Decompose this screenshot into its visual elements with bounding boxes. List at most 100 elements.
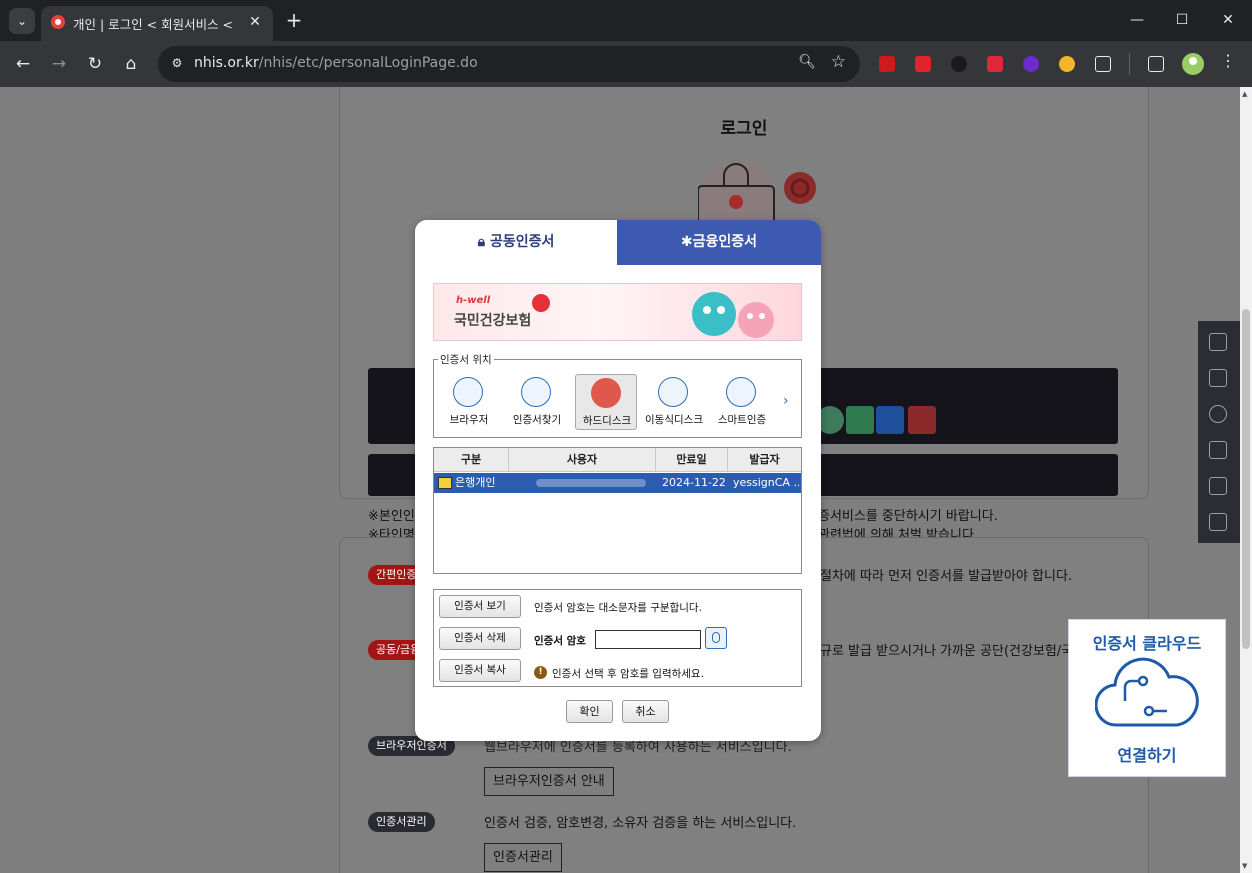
delete-cert-button[interactable]: 인증서 삭제 xyxy=(439,627,521,650)
extension-icon[interactable] xyxy=(879,56,895,72)
cert-cloud-widget[interactable]: 인증서 클라우드 연결하기 xyxy=(1068,619,1226,777)
active-tab[interactable]: 개인 | 로그인 < 회원서비스 < ✕ xyxy=(41,6,273,41)
cert-location-group: 인증서 위치 브라우저 인증서찾기 하드디스크 이동식디스크 스마트인증 › xyxy=(433,352,802,438)
site-favicon-icon xyxy=(51,15,65,29)
copy-cert-button[interactable]: 인증서 복사 xyxy=(439,659,521,682)
banner-name: 국민건강보험 xyxy=(454,313,532,329)
section-desc: 절차에 따라 먼저 인증서를 발급받아야 합니다. xyxy=(820,569,1073,584)
extension-icon[interactable] xyxy=(951,56,967,72)
col-expiry[interactable]: 만료일 xyxy=(656,448,728,471)
monitor-icon xyxy=(591,378,621,408)
new-tab-button[interactable]: + xyxy=(284,8,304,32)
location-smart-cert[interactable]: 스마트인증 xyxy=(711,374,773,430)
view-cert-button[interactable]: 인증서 보기 xyxy=(439,595,521,618)
extension-icon[interactable] xyxy=(1059,56,1075,72)
extensions-puzzle-icon[interactable] xyxy=(1095,56,1111,72)
window-close-icon[interactable]: ✕ xyxy=(1213,8,1243,32)
minimize-icon[interactable]: — xyxy=(1122,8,1152,32)
location-browser[interactable]: 브라우저 xyxy=(438,374,500,430)
cert-type-cell: 은행개인 xyxy=(438,473,509,493)
phone-icon[interactable] xyxy=(1209,405,1227,423)
scroll-up-icon[interactable]: ▲ xyxy=(1242,90,1247,98)
quick-menu xyxy=(1198,321,1240,543)
col-user[interactable]: 사용자 xyxy=(509,448,656,471)
bank-logo-icon[interactable] xyxy=(908,406,936,434)
tab-search-button[interactable]: ⌄ xyxy=(9,8,35,34)
scroll-down-icon[interactable]: ▼ xyxy=(1242,862,1247,870)
browser-cert-guide-button[interactable]: 브라우저인증서 안내 xyxy=(484,767,614,796)
lock-icon[interactable] xyxy=(1209,441,1227,459)
cert-management-button[interactable]: 인증서관리 xyxy=(484,843,562,872)
cloud-title: 인증서 클라우드 xyxy=(1092,634,1202,653)
location-hard-disk[interactable]: 하드디스크 xyxy=(575,374,637,430)
chevron-down-icon: ⌄ xyxy=(16,14,28,28)
bookmark-star-icon[interactable]: ☆ xyxy=(831,52,846,72)
magnifier-icon xyxy=(521,377,551,407)
tab-title: 개인 | 로그인 < 회원서비스 < xyxy=(73,17,234,32)
extension-lock-icon[interactable] xyxy=(915,56,931,72)
page-title: 로그인 xyxy=(720,119,768,139)
list-icon[interactable] xyxy=(1209,477,1227,495)
table-header: 구분 사용자 만료일 발급자 xyxy=(434,448,801,472)
document-icon[interactable] xyxy=(1209,333,1227,351)
virtual-keyboard-mouse-icon[interactable] xyxy=(705,627,727,649)
forward-icon[interactable]: → xyxy=(46,51,72,77)
banner-brand: h-well xyxy=(456,295,491,306)
bank-logo-icon[interactable] xyxy=(846,406,874,434)
notice-line-1-right: 증서비스를 중단하시기 바랍니다. xyxy=(818,509,998,524)
tab-financial-certificate[interactable]: ✱금융인증서 xyxy=(617,220,821,265)
usb-icon xyxy=(658,377,688,407)
copy-icon[interactable] xyxy=(1209,513,1227,531)
extension-icon[interactable] xyxy=(1023,56,1039,72)
section-badge: 인증서관리 xyxy=(368,812,435,832)
location-removable-disk[interactable]: 이동식디스크 xyxy=(643,374,705,430)
cert-expiry-cell: 2024-11-22 xyxy=(662,476,726,489)
password-label: 인증서 암호 xyxy=(534,635,586,647)
site-info-icon[interactable]: ⚙ xyxy=(168,54,186,72)
maximize-icon[interactable]: ☐ xyxy=(1167,8,1197,32)
tab-close-icon[interactable]: ✕ xyxy=(245,12,265,32)
monitor-icon[interactable] xyxy=(1209,369,1227,387)
url-text[interactable]: nhis.or.kr/nhis/etc/personalLoginPage.do xyxy=(194,55,478,71)
cert-location-legend: 인증서 위치 xyxy=(438,352,494,367)
extension-icon[interactable] xyxy=(987,56,1003,72)
financial-cert-icon: ✱ xyxy=(680,234,693,250)
location-find-cert[interactable]: 인증서찾기 xyxy=(506,374,568,430)
address-bar[interactable]: ⚙ nhis.or.kr/nhis/etc/personalLoginPage.… xyxy=(158,46,860,82)
notice-line-1: ※본인인 xyxy=(368,509,415,524)
chevron-right-icon[interactable]: › xyxy=(783,393,789,409)
side-panel-icon[interactable] xyxy=(1148,56,1164,72)
certificate-table: 구분 사용자 만료일 발급자 은행개인 2024-11-22 yessignCA… xyxy=(433,447,802,574)
back-icon[interactable]: ← xyxy=(10,51,36,77)
redacted-user xyxy=(536,479,646,487)
cloud-icon xyxy=(1095,657,1199,727)
table-row[interactable]: 은행개인 2024-11-22 yessignCA ... xyxy=(434,473,801,493)
confirm-button[interactable]: 확인 xyxy=(566,700,613,723)
mascot-illustration-icon xyxy=(692,292,774,338)
case-sensitivity-notice: 인증서 암호는 대소문자를 구분합니다. xyxy=(534,602,702,614)
cloud-connect-label: 연결하기 xyxy=(1117,746,1177,765)
warning-icon: ! xyxy=(534,666,547,679)
reload-icon[interactable]: ↻ xyxy=(82,51,108,77)
menu-kebab-icon[interactable]: ⋮ xyxy=(1220,51,1236,70)
toolbar-divider xyxy=(1129,53,1130,75)
browser-toolbar: ← → ↻ ⌂ ⚙ nhis.or.kr/nhis/etc/personalLo… xyxy=(0,41,1252,87)
cert-actions-panel: 인증서 보기 인증서 삭제 인증서 복사 인증서 암호는 대소문자를 구분합니다… xyxy=(433,589,802,687)
page-scrollbar[interactable]: ▲ ▼ xyxy=(1240,87,1252,873)
tab-joint-certificate[interactable]: 🔒︎ 공동인증서 xyxy=(415,220,617,265)
lock-illustration-icon xyxy=(698,161,816,226)
zoom-search-icon[interactable]: 🔍︎ xyxy=(798,54,816,70)
profile-avatar[interactable] xyxy=(1182,53,1204,75)
nh-logo-icon[interactable] xyxy=(876,406,904,434)
cancel-button[interactable]: 취소 xyxy=(622,700,669,723)
col-type[interactable]: 구분 xyxy=(434,448,509,471)
nhis-banner: h-well 국민건강보험 xyxy=(433,283,802,341)
home-icon[interactable]: ⌂ xyxy=(118,51,144,77)
col-issuer[interactable]: 발급자 xyxy=(728,448,801,471)
scrollbar-thumb[interactable] xyxy=(1242,309,1250,649)
section-desc: 인증서 검증, 암호변경, 소유자 검증을 하는 서비스입니다. xyxy=(484,816,797,831)
globe-icon xyxy=(453,377,483,407)
cert-password-input[interactable] xyxy=(595,630,701,649)
cert-issuer-cell: yessignCA ... xyxy=(733,476,799,489)
smartphone-icon xyxy=(726,377,756,407)
